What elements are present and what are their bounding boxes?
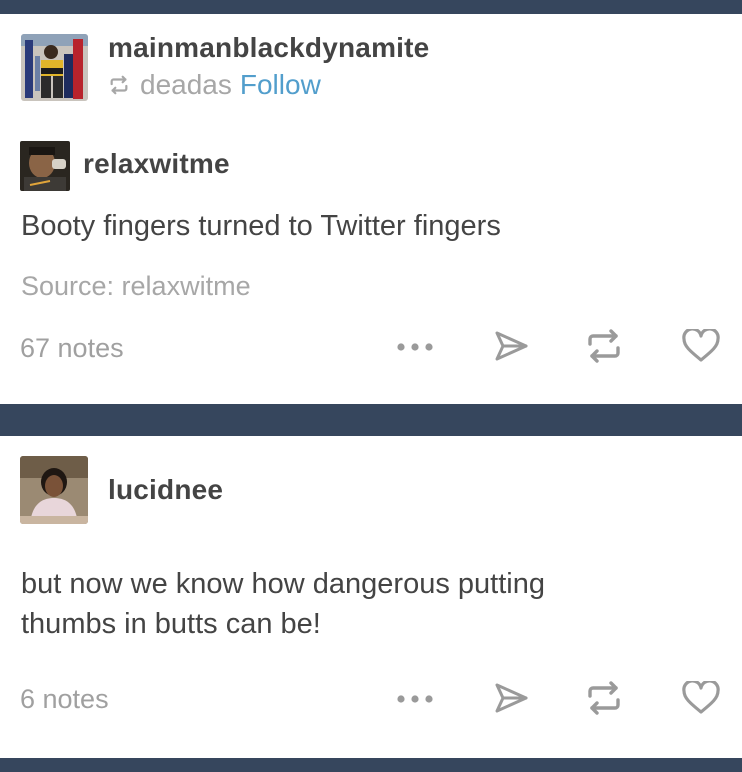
post-body: Booty fingers turned to Twitter fingers — [21, 210, 501, 242]
reblog-button[interactable] — [582, 678, 626, 722]
reblog-attribution: deadas Follow — [108, 69, 321, 101]
post-body-line: thumbs in butts can be! — [21, 608, 321, 640]
reblogger-username[interactable]: mainmanblackdynamite — [108, 32, 429, 64]
reblogged-from-username[interactable]: deadas — [140, 69, 232, 101]
reblog-icon — [585, 328, 623, 368]
share-button[interactable] — [489, 326, 533, 370]
reblog-icon — [585, 680, 623, 720]
more-options-button[interactable] — [393, 678, 437, 722]
notes-count[interactable]: 67 notes — [20, 333, 124, 364]
heart-icon — [682, 678, 720, 720]
more-options-icon — [395, 339, 435, 357]
notes-count[interactable]: 6 notes — [20, 684, 109, 715]
share-icon — [493, 330, 529, 367]
post-card: mainmanblackdynamite deadas Follow relax… — [0, 14, 742, 404]
share-icon — [493, 682, 529, 719]
like-button[interactable] — [679, 678, 723, 722]
share-button[interactable] — [489, 678, 533, 722]
post-card: lucidnee but now we know how dangerous p… — [0, 436, 742, 758]
reblogger-avatar[interactable] — [21, 34, 88, 101]
author-username[interactable]: lucidnee — [108, 474, 223, 506]
follow-button[interactable]: Follow — [240, 69, 321, 101]
more-options-icon — [395, 691, 435, 709]
reblog-button[interactable] — [582, 326, 626, 370]
post-body-line: but now we know how dangerous putting — [21, 568, 545, 600]
heart-icon — [682, 326, 720, 368]
more-options-button[interactable] — [393, 326, 437, 370]
post-body: but now we know how dangerous putting th… — [21, 564, 545, 644]
original-author-avatar[interactable] — [20, 141, 70, 191]
like-button[interactable] — [679, 326, 723, 370]
post-source[interactable]: Source: relaxwitme — [21, 271, 251, 302]
reblog-icon — [108, 74, 130, 96]
original-author-username[interactable]: relaxwitme — [83, 148, 230, 180]
author-avatar[interactable] — [20, 456, 88, 524]
